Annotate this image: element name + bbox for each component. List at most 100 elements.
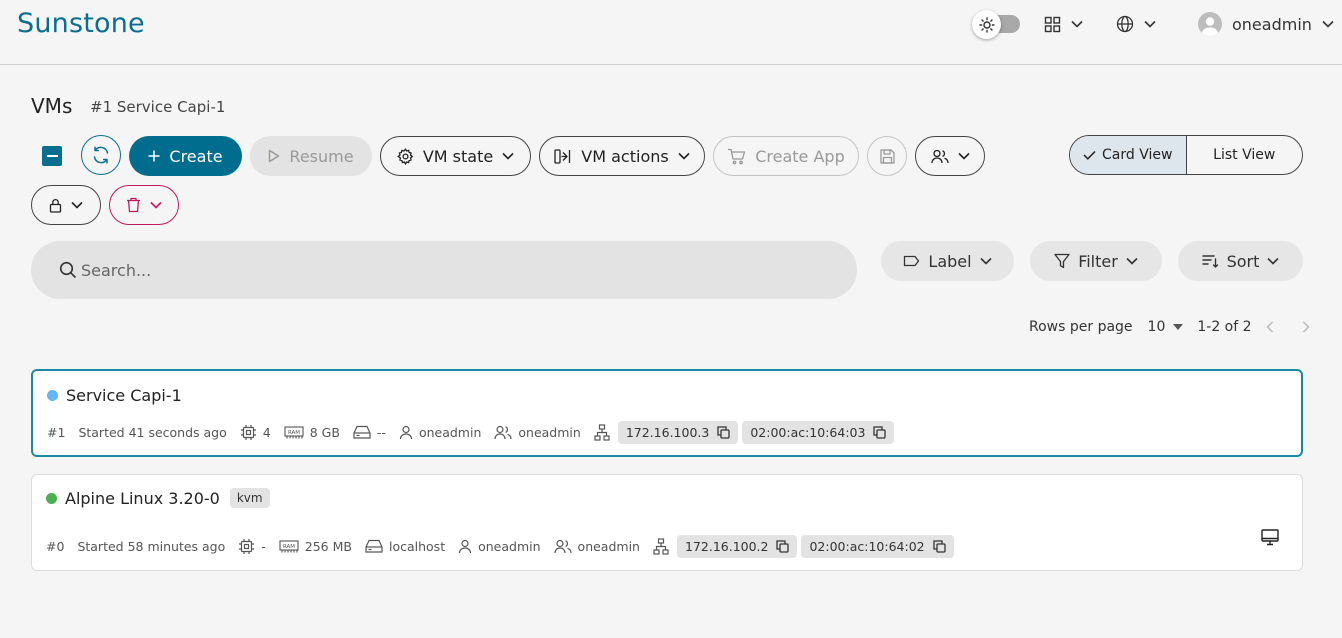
label-filter-text: Label: [928, 251, 972, 271]
svg-text:RAM: RAM: [283, 544, 295, 550]
user-icon: [458, 539, 472, 554]
network-icon: [653, 537, 669, 555]
apps-menu[interactable]: [1044, 12, 1083, 36]
refresh-button[interactable]: [81, 135, 121, 175]
chevron-down-icon: [1267, 257, 1279, 265]
vm-group: oneadmin: [494, 425, 581, 440]
theme-toggle[interactable]: [972, 10, 1022, 39]
chevron-down-icon: [1322, 20, 1334, 28]
chevron-down-icon: [957, 152, 970, 160]
vm-memory-value: 256 MB: [304, 538, 352, 554]
card-view-button[interactable]: Card View: [1070, 136, 1187, 174]
vm-id: #0: [46, 538, 65, 554]
create-app-button[interactable]: Create App: [713, 136, 859, 176]
lock-button[interactable]: [31, 185, 101, 225]
vm-mac: 02:00:ac:10:64:03: [750, 424, 866, 440]
avatar: [1198, 12, 1222, 36]
vm-actions-label: VM actions: [581, 146, 669, 166]
resume-button[interactable]: Resume: [250, 136, 372, 176]
vm-host-value: localhost: [388, 538, 446, 554]
caret-down-icon: [1173, 324, 1184, 330]
cpu-icon: [240, 424, 257, 441]
chevron-down-icon: [1071, 20, 1083, 28]
users-icon: [930, 149, 949, 164]
mac-chip: 02:00:ac:10:64:02: [801, 534, 954, 558]
vm-card[interactable]: Alpine Linux 3.20-0 kvm #0 Started 58 mi…: [31, 474, 1303, 571]
vm-memory-value: 8 GB: [309, 424, 340, 440]
search-icon: [59, 261, 77, 279]
vm-host: localhost: [365, 539, 445, 554]
status-indicator: [46, 492, 57, 504]
rows-per-page-label: Rows per page: [1029, 319, 1133, 335]
create-button[interactable]: Create: [129, 136, 242, 176]
delete-button[interactable]: [109, 185, 179, 225]
grid-icon: [1044, 16, 1061, 33]
vm-state-label: VM state: [422, 146, 494, 166]
vm-name: Service Capi-1: [66, 386, 182, 405]
copy-icon[interactable]: [717, 425, 730, 439]
copy-icon[interactable]: [873, 425, 887, 439]
brand-logo[interactable]: Sunstone: [17, 8, 145, 39]
chevron-down-icon: [678, 152, 690, 160]
save-button[interactable]: [867, 136, 907, 176]
search-input[interactable]: [81, 260, 841, 280]
label-tag-icon: [903, 255, 920, 267]
vm-group-value: oneadmin: [577, 538, 640, 554]
create-button-label: Create: [169, 146, 223, 166]
list-view-button[interactable]: List View: [1187, 136, 1303, 174]
vm-name: Alpine Linux 3.20-0: [65, 488, 220, 508]
previous-page-button[interactable]: [1265, 321, 1274, 333]
page-range: 1-2 of 2: [1197, 319, 1252, 335]
users-icon: [494, 425, 512, 440]
vm-meta: #0 Started 58 minutes ago - RAM 256 MB l…: [46, 534, 958, 558]
save-icon: [879, 148, 896, 165]
drive-icon: [353, 425, 371, 439]
svg-text:RAM: RAM: [288, 430, 300, 436]
vm-card[interactable]: Service Capi-1 #1 Started 41 seconds ago…: [31, 369, 1303, 457]
create-app-label: Create App: [755, 146, 845, 166]
vm-host: --: [353, 425, 386, 440]
copy-icon[interactable]: [776, 539, 790, 553]
card-view-label: Card View: [1102, 147, 1173, 163]
rows-per-page-select[interactable]: 10: [1148, 319, 1184, 335]
label-filter-button[interactable]: Label: [881, 241, 1014, 281]
vm-ip: 172.16.100.3: [625, 424, 710, 440]
language-menu[interactable]: [1116, 12, 1156, 36]
vm-actions-button[interactable]: VM actions: [539, 136, 705, 176]
ram-icon: RAM: [284, 425, 304, 439]
globe-icon: [1116, 15, 1134, 33]
user-icon: [399, 425, 413, 440]
vm-cpu: 4: [240, 424, 271, 441]
vm-started: Started 58 minutes ago: [77, 538, 226, 554]
filter-button[interactable]: Filter: [1030, 241, 1162, 281]
user-menu[interactable]: oneadmin: [1198, 12, 1334, 36]
status-indicator: [47, 390, 58, 401]
vm-group: oneadmin: [553, 538, 640, 554]
sort-button[interactable]: Sort: [1178, 241, 1303, 281]
ip-chip: 172.16.100.3: [617, 420, 739, 444]
next-page-button[interactable]: [1302, 321, 1310, 333]
play-icon: [268, 149, 280, 163]
filter-text: Filter: [1078, 251, 1118, 271]
refresh-icon: [91, 145, 111, 165]
sort-text: Sort: [1226, 251, 1260, 271]
mac-chip: 02:00:ac:10:64:03: [742, 420, 895, 444]
lock-icon: [49, 198, 62, 213]
vm-owner-value: oneadmin: [418, 424, 482, 440]
rows-per-page-value: 10: [1147, 319, 1166, 335]
monitor-icon: [1261, 529, 1279, 546]
vm-cpu-value: -: [261, 538, 266, 554]
top-header: Sunstone oneadmin: [0, 0, 1342, 65]
copy-icon[interactable]: [932, 539, 946, 553]
ownership-button[interactable]: [915, 136, 985, 176]
select-all-checkbox[interactable]: [42, 146, 62, 166]
vm-id: #1: [47, 424, 66, 440]
sort-icon: [1201, 254, 1219, 268]
vnc-console-button[interactable]: [1261, 529, 1279, 546]
chevron-down-icon: [502, 152, 514, 160]
vm-cpu-value: 4: [262, 424, 271, 440]
cart-icon: [727, 148, 746, 165]
vm-state-button[interactable]: VM state: [380, 136, 531, 176]
view-toggle: Card View List View: [1069, 135, 1303, 175]
chevron-down-icon: [980, 257, 992, 265]
